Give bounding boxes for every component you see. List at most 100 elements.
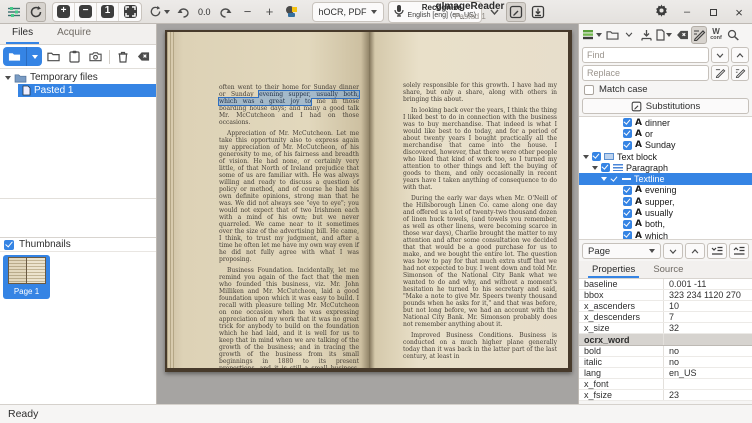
replace-input[interactable] bbox=[582, 65, 709, 81]
property-row[interactable]: x_ascenders10 bbox=[579, 301, 752, 312]
word-checkbox[interactable] bbox=[623, 129, 632, 138]
property-row[interactable]: italicno bbox=[579, 357, 752, 368]
page-decrement-button[interactable]: − bbox=[238, 2, 258, 22]
word-checkbox[interactable] bbox=[623, 141, 632, 150]
tree-word-row[interactable]: Asupper, bbox=[579, 196, 752, 207]
match-case-checkbox[interactable] bbox=[584, 85, 594, 95]
tree-block-row[interactable]: Text block bbox=[579, 151, 752, 162]
tree-folder-row[interactable]: Temporary files bbox=[0, 71, 156, 84]
export-button[interactable] bbox=[528, 2, 548, 22]
expand-all-button[interactable] bbox=[707, 243, 727, 259]
property-value[interactable]: 32 bbox=[664, 323, 752, 333]
expander-icon[interactable] bbox=[601, 177, 607, 181]
document-canvas[interactable]: often went to their home for Sunday dinn… bbox=[157, 24, 578, 404]
replace-button[interactable] bbox=[711, 65, 729, 81]
export-dropdown[interactable] bbox=[655, 26, 673, 44]
add-images-split-button[interactable] bbox=[3, 47, 42, 66]
output-mode-dropdown[interactable]: hOCR, PDF bbox=[312, 2, 384, 22]
spellcheck-search-button[interactable] bbox=[725, 26, 741, 44]
tree-file-row-selected[interactable]: Pasted 1 bbox=[18, 84, 156, 97]
find-next-button[interactable] bbox=[711, 47, 729, 63]
tab-files[interactable]: Files bbox=[0, 24, 45, 44]
property-value[interactable]: 7 bbox=[664, 312, 752, 322]
find-replace-toggle[interactable] bbox=[691, 26, 707, 44]
screenshot-button[interactable] bbox=[86, 47, 105, 66]
tree-word-row[interactable]: Aevening bbox=[579, 185, 752, 196]
substitutions-button[interactable]: Substitutions bbox=[582, 98, 749, 114]
navigate-prev-button[interactable] bbox=[685, 243, 705, 259]
replace-all-button[interactable] bbox=[731, 65, 749, 81]
tree-textline-row-selected[interactable]: Textline bbox=[579, 173, 752, 184]
expander-icon[interactable] bbox=[592, 166, 598, 170]
word-checkbox[interactable] bbox=[623, 186, 632, 195]
zoom-in-button[interactable]: + bbox=[53, 3, 75, 21]
tree-word-row[interactable]: Awhich bbox=[579, 230, 752, 240]
word-checkbox[interactable] bbox=[623, 209, 632, 218]
collapse-all-button[interactable] bbox=[729, 243, 749, 259]
insert-mode-dropdown[interactable] bbox=[581, 26, 603, 44]
open-hocr-dropdown[interactable] bbox=[621, 26, 637, 44]
find-input[interactable] bbox=[582, 47, 709, 63]
tab-source[interactable]: Source bbox=[644, 261, 692, 278]
rotation-angle-value[interactable]: 0.0 bbox=[195, 7, 214, 17]
property-value[interactable]: en_US bbox=[664, 368, 752, 378]
textline-checkbox[interactable] bbox=[610, 175, 619, 184]
scanned-book-image[interactable]: often went to their home for Sunday dinn… bbox=[165, 30, 572, 372]
tree-paragraph-row[interactable]: Paragraph bbox=[579, 162, 752, 173]
add-images-dropdown[interactable] bbox=[26, 47, 42, 66]
page-increment-button[interactable]: + bbox=[260, 2, 280, 22]
find-prev-button[interactable] bbox=[731, 47, 749, 63]
rotate-left-button[interactable] bbox=[173, 2, 193, 22]
tree-word-row[interactable]: Aboth, bbox=[579, 219, 752, 230]
maximize-button[interactable] bbox=[704, 3, 722, 21]
property-row[interactable]: x_descenders7 bbox=[579, 312, 752, 323]
property-row[interactable]: boldno bbox=[579, 346, 752, 357]
property-row[interactable]: x_size32 bbox=[579, 323, 752, 334]
property-row[interactable]: bbox323 234 1120 270 bbox=[579, 290, 752, 301]
delete-button[interactable] bbox=[114, 47, 133, 66]
tab-properties[interactable]: Properties bbox=[583, 261, 644, 278]
tab-acquire[interactable]: Acquire bbox=[45, 24, 103, 44]
thumbnails-checkbox[interactable] bbox=[4, 240, 14, 250]
property-row[interactable]: baseline0.001 -11 bbox=[579, 279, 752, 290]
zoom-fit-button[interactable] bbox=[119, 3, 141, 21]
property-value[interactable]: 323 234 1120 270 bbox=[664, 290, 752, 300]
word-confidence-toggle[interactable]: W conf bbox=[708, 26, 724, 44]
navigate-next-button[interactable] bbox=[663, 243, 683, 259]
paragraph-checkbox[interactable] bbox=[601, 163, 610, 172]
word-checkbox[interactable] bbox=[623, 220, 632, 229]
rotate-right-button[interactable] bbox=[216, 2, 236, 22]
property-value[interactable]: no bbox=[664, 357, 752, 367]
property-value[interactable]: 0.001 -11 bbox=[664, 279, 752, 289]
property-section-row[interactable]: ocrx_word bbox=[579, 334, 752, 345]
expander-icon[interactable] bbox=[583, 155, 589, 159]
open-folder-button[interactable] bbox=[44, 47, 63, 66]
property-row[interactable]: x_fsize23 bbox=[579, 390, 752, 401]
rotate-mode-dropdown[interactable] bbox=[148, 2, 171, 22]
clear-button[interactable] bbox=[134, 47, 153, 66]
property-row[interactable]: x_font bbox=[579, 379, 752, 390]
word-checkbox[interactable] bbox=[623, 231, 632, 240]
close-button[interactable]: × bbox=[730, 3, 748, 21]
image-adjustment-button[interactable] bbox=[282, 2, 302, 22]
thumbnail-page-1[interactable]: Page 1 bbox=[3, 255, 50, 299]
zoom-original-button[interactable]: 1 bbox=[97, 3, 119, 21]
open-hocr-button[interactable] bbox=[604, 26, 620, 44]
block-checkbox[interactable] bbox=[592, 152, 601, 161]
paste-button[interactable] bbox=[65, 47, 84, 66]
property-value[interactable]: 23 bbox=[664, 390, 752, 400]
zoom-out-button[interactable]: − bbox=[75, 3, 97, 21]
minimize-button[interactable]: – bbox=[678, 3, 696, 21]
expander-icon[interactable] bbox=[5, 76, 11, 80]
clear-output-button[interactable] bbox=[674, 26, 690, 44]
image-controls-panel-button[interactable] bbox=[4, 2, 24, 22]
save-hocr-button[interactable] bbox=[638, 26, 654, 44]
word-checkbox[interactable] bbox=[623, 118, 632, 127]
property-value[interactable]: no bbox=[664, 346, 752, 356]
property-value[interactable]: 10 bbox=[664, 301, 752, 311]
property-row[interactable]: langen_US bbox=[579, 368, 752, 379]
tree-word-row[interactable]: Aor bbox=[579, 128, 752, 139]
tree-word-row[interactable]: Ausually bbox=[579, 207, 752, 218]
navigation-target-dropdown[interactable]: Page bbox=[582, 243, 661, 259]
tree-word-row[interactable]: ASunday bbox=[579, 140, 752, 151]
